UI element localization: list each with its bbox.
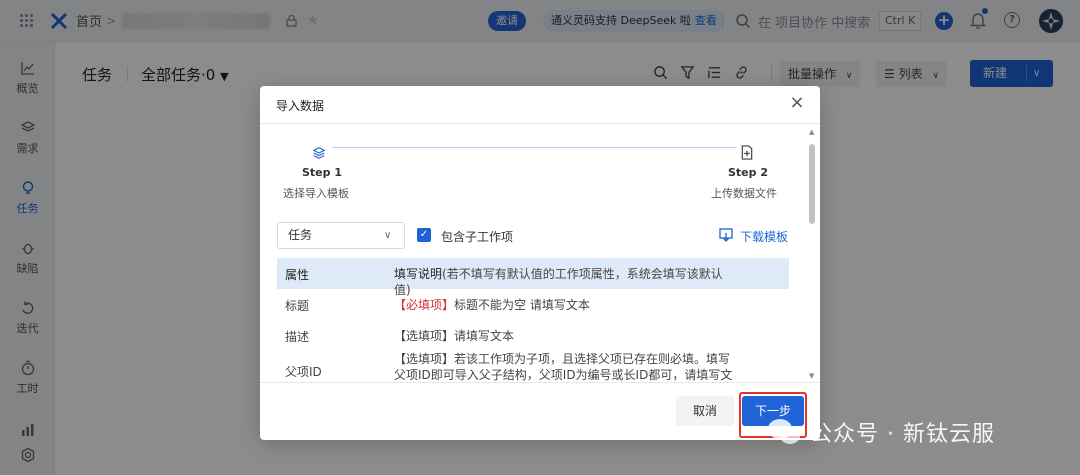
step2-description: 上传数据文件	[711, 187, 777, 200]
wechat-icon	[766, 417, 802, 447]
watermark-text: 公众号 · 新钛云服	[810, 422, 995, 447]
optional-tag: 【选填项】	[394, 352, 455, 366]
close-icon[interactable]: ×	[788, 94, 806, 113]
import-data-dialog: 导入数据 × Step 1 选择导入模板 Step 2 上传数据文件 任务 ∨ …	[260, 86, 820, 440]
step1-description: 选择导入模板	[283, 187, 349, 200]
table-header: 属性 填写说明(若不填写有默认值的工作项属性，系统会填写该默认值)	[277, 258, 789, 297]
row-attribute: 描述	[285, 330, 310, 344]
row-description-text: 标题不能为空 请填写文本	[454, 298, 590, 312]
download-icon[interactable]	[719, 228, 733, 242]
row-description-text: 请填写文本	[454, 329, 515, 343]
header-attribute: 属性	[285, 268, 310, 282]
required-tag: 【必填项】	[394, 298, 455, 312]
step-progress-line	[332, 147, 737, 148]
layers-icon	[312, 146, 328, 162]
dialog-header: 导入数据 ×	[260, 86, 820, 124]
chevron-down-icon: ∨	[384, 230, 392, 241]
file-upload-icon	[740, 145, 756, 161]
include-subitems-checkbox[interactable]: ✓	[417, 228, 431, 242]
download-template-link[interactable]: 下载模板	[740, 228, 788, 245]
row-description: 【选填项】若该工作项为子项，且选择父项已存在则必填。填写父项ID即可导入父子结构…	[394, 351, 739, 382]
dialog-footer: 取消 下一步	[260, 382, 820, 440]
header-description-title: 填写说明	[394, 267, 443, 281]
scroll-thumb[interactable]	[809, 144, 815, 224]
optional-tag: 【选填项】	[394, 329, 455, 343]
row-description: 【选填项】请填写文本	[394, 328, 739, 344]
row-attribute: 标题	[285, 299, 310, 313]
dialog-scrollbar[interactable]: ▲ ▼	[808, 128, 816, 382]
table-row: 描述 【选填项】请填写文本	[277, 320, 789, 351]
table-row: 父项ID 【选填项】若该工作项为子项，且选择父项已存在则必填。填写父项ID即可导…	[277, 351, 789, 382]
watermark: 公众号 · 新钛云服	[766, 413, 995, 451]
dialog-title: 导入数据	[276, 99, 325, 113]
row-attribute: 父项ID	[285, 365, 322, 379]
step1-label: Step 1	[302, 166, 342, 179]
work-item-type-select[interactable]: 任务 ∨	[277, 222, 405, 249]
row-description: 【必填项】标题不能为空 请填写文本	[394, 297, 739, 313]
cancel-button[interactable]: 取消	[676, 396, 734, 426]
scroll-down-icon[interactable]: ▼	[809, 372, 814, 380]
scroll-up-icon[interactable]: ▲	[809, 128, 814, 136]
step2-label: Step 2	[728, 166, 768, 179]
field-description-table: 属性 填写说明(若不填写有默认值的工作项属性，系统会填写该默认值) 标题 【必填…	[277, 258, 789, 382]
table-row: 标题 【必填项】标题不能为空 请填写文本	[277, 289, 789, 320]
include-subitems-label[interactable]: 包含子工作项	[441, 228, 513, 245]
type-select-value: 任务	[288, 228, 313, 242]
dialog-body: Step 1 选择导入模板 Step 2 上传数据文件 任务 ∨ ✓ 包含子工作…	[260, 124, 820, 382]
